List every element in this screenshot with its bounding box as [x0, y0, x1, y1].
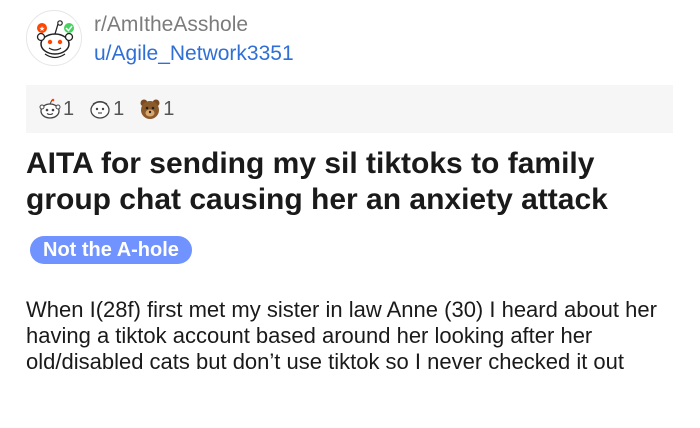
- author-username[interactable]: u/Agile_Network3351: [94, 40, 294, 68]
- helpful-award-icon: [90, 100, 110, 119]
- svg-text:★: ★: [39, 25, 45, 33]
- award-bear[interactable]: 1: [138, 97, 174, 121]
- award-count: 1: [113, 97, 125, 120]
- award-count: 1: [63, 97, 75, 120]
- subreddit-avatar[interactable]: ★: [26, 10, 82, 66]
- bear-award-icon: [140, 99, 160, 119]
- post-body-text: When I(28f) first met my sister in law A…: [26, 297, 657, 374]
- wholesome-award-icon: [39, 98, 61, 119]
- subreddit-name[interactable]: r/AmItheAsshole: [94, 12, 294, 38]
- snoo-icon: ★: [36, 20, 74, 59]
- post-title[interactable]: AITA for sending my sil tiktoks to famil…: [26, 146, 686, 218]
- awards-bar[interactable]: 1 1 1: [26, 85, 673, 133]
- award-helpful[interactable]: 1: [88, 98, 124, 121]
- award-count: 1: [163, 97, 175, 120]
- award-wholesome[interactable]: 1: [38, 98, 74, 121]
- post-flair-badge[interactable]: Not the A-hole: [30, 236, 192, 264]
- post-meta: r/AmItheAsshole u/Agile_Network3351: [94, 12, 294, 68]
- post-header: ★ r/AmItheAsshole u/Agile_Network3351: [26, 10, 294, 68]
